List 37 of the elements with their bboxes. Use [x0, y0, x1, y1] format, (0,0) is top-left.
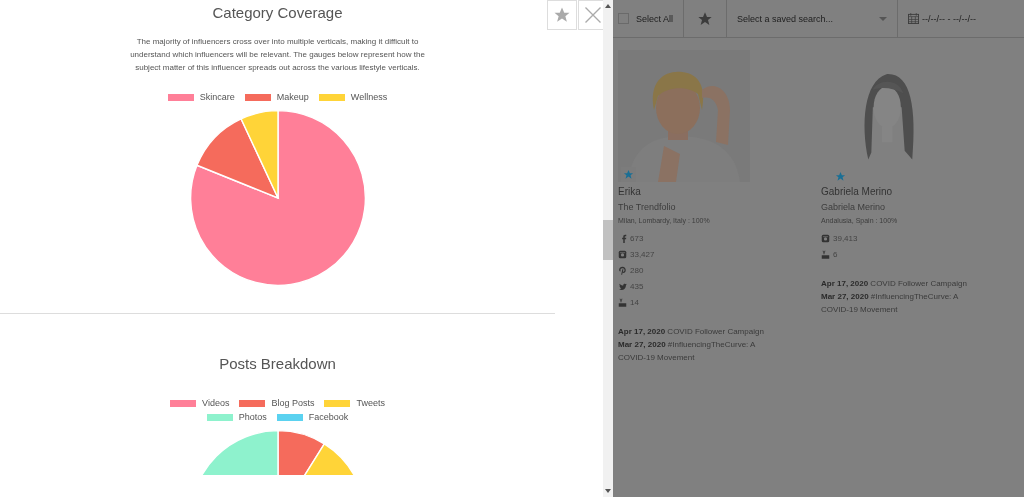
- scrollbar[interactable]: [603, 0, 613, 497]
- youtube-icon: [618, 297, 627, 307]
- legend-label: Skincare: [199, 92, 235, 102]
- influencer-name[interactable]: Gabriela Merino: [821, 186, 1024, 197]
- section-title: Posts Breakdown: [219, 355, 336, 372]
- description-text: The majority of influencers cross over into multiple verticals, making it difficult to understand which influencers will be relevant. The gauges below represent how the subject matter of this influencer spreads out across the various lifestyle verticals.: [129, 36, 426, 74]
- scroll-down-icon: [604, 487, 612, 495]
- legend-label: Videos: [202, 398, 230, 408]
- pinterest-icon: [618, 265, 627, 275]
- twitter-icon: [618, 281, 627, 291]
- outlet-name: Gabriela Merino: [821, 202, 887, 212]
- legend-label: Blog Posts: [271, 398, 315, 408]
- select-all-label[interactable]: Select All: [636, 13, 674, 24]
- calendar-icon: [908, 13, 920, 24]
- scroll-up-icon: [604, 2, 612, 10]
- instagram-icon: [618, 249, 627, 259]
- legend-label: Tweets: [356, 398, 385, 408]
- influencer-name[interactable]: Erika: [618, 186, 821, 197]
- outlet-name: The Trendfolio: [618, 202, 677, 212]
- star-icon[interactable]: [697, 10, 714, 27]
- star-icon: [553, 6, 571, 24]
- legend-label: Wellness: [350, 92, 388, 102]
- scrollbar-thumb[interactable]: [603, 220, 613, 260]
- campaign-entry: Mar 27, 2020 #InfluencingTheCurve: A COVID-19 Movement: [821, 291, 959, 316]
- saved-search-dropdown[interactable]: Select a saved search...: [727, 0, 899, 37]
- caret-icon: [879, 14, 888, 23]
- close-icon: [583, 5, 603, 25]
- legend-label: Makeup: [276, 92, 309, 102]
- instagram-icon: [821, 233, 830, 243]
- close-button[interactable]: [578, 0, 603, 30]
- star-button[interactable]: [547, 0, 577, 30]
- date-range-field[interactable]: --/--/-- - --/--/--: [898, 0, 986, 37]
- campaign-entry: Mar 27, 2020 #InfluencingTheCurve: A COVID-19 Movement: [618, 339, 756, 364]
- legend-label: Photos: [238, 412, 267, 422]
- section-title: Category Coverage: [212, 4, 343, 21]
- legend-label: Facebook: [308, 412, 349, 422]
- youtube-icon: [821, 249, 830, 259]
